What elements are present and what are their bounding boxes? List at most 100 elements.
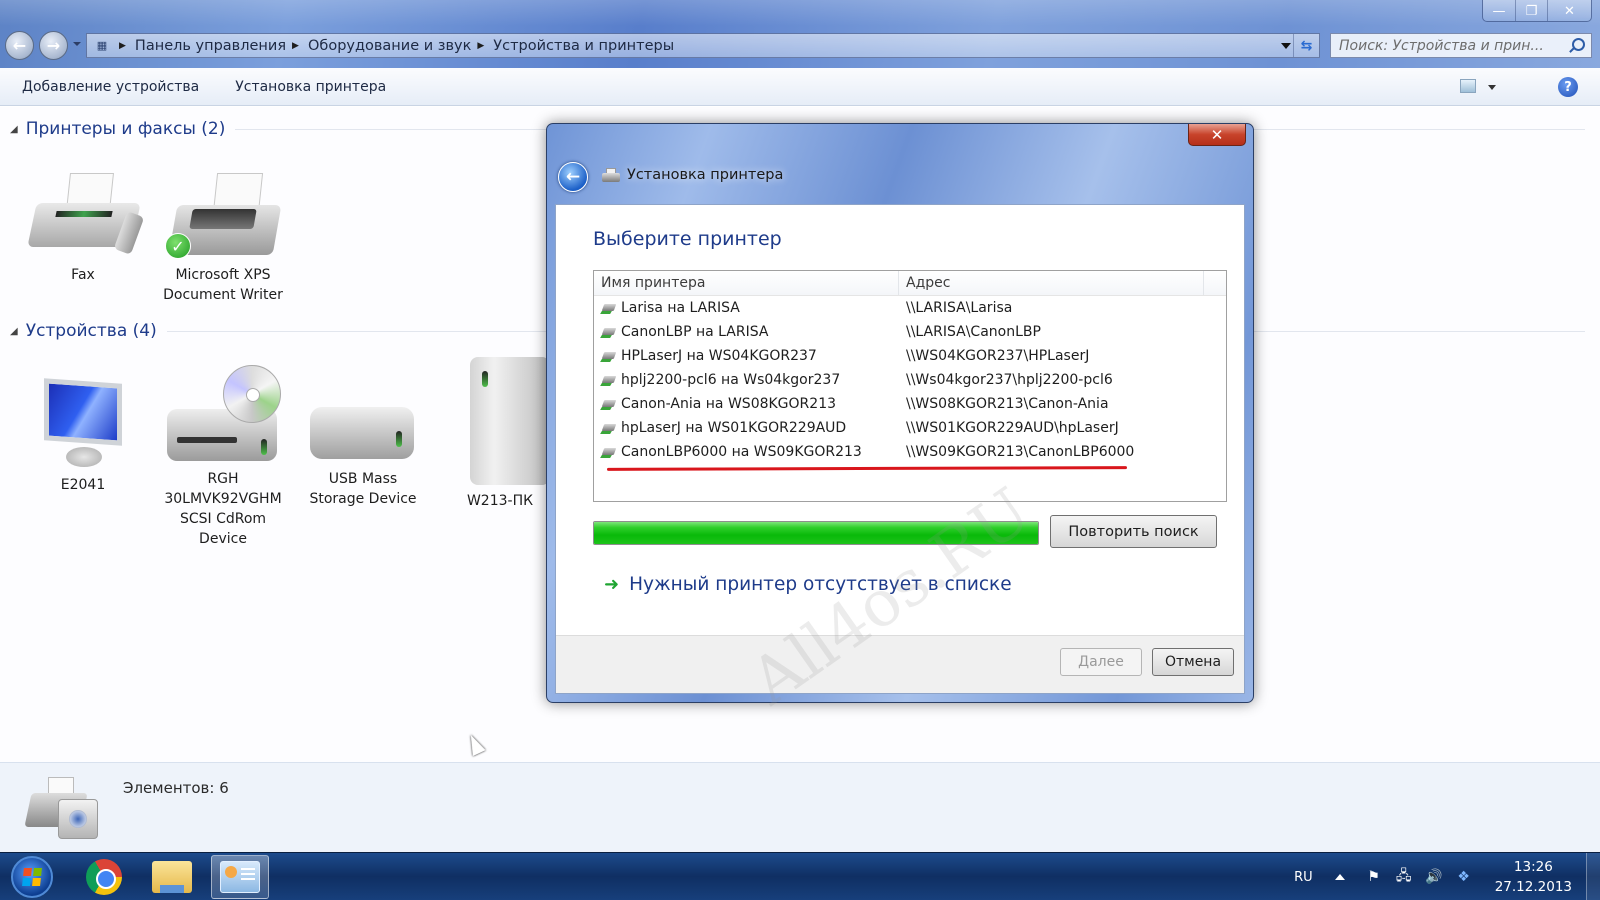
clock-date: 27.12.2013: [1494, 879, 1572, 895]
back-button[interactable]: ←: [5, 31, 34, 60]
back-arrow-icon: ←: [12, 36, 27, 55]
printer-icon: ✓: [165, 173, 282, 261]
minimize-button[interactable]: —: [1483, 0, 1515, 21]
device-w213-pc[interactable]: W213-ПК: [440, 357, 560, 511]
devices-and-printers-icon: [24, 773, 102, 843]
view-options-dropdown-icon[interactable]: [1488, 85, 1496, 90]
breadcrumb-hardware-sound[interactable]: Оборудование и звук: [308, 38, 471, 54]
system-tray: RU ⚑ 🖧 🔊 ❖ 13:26 27.12.2013: [1294, 853, 1600, 900]
dialog-body: Выберите принтер Имя принтера Адрес Lari…: [555, 204, 1245, 694]
column-header-address[interactable]: Адрес: [899, 271, 1204, 295]
add-device-button[interactable]: Добавление устройства: [22, 79, 199, 95]
device-fax[interactable]: Fax: [23, 173, 145, 285]
cancel-button[interactable]: Отмена: [1152, 648, 1234, 676]
printer-row[interactable]: HPLaserJ на WS04KGOR237 \\WS04KGOR237\HPL…: [594, 344, 1226, 368]
action-center-flag-icon[interactable]: ⚑: [1365, 868, 1383, 886]
red-highlight-underline: [606, 466, 1128, 471]
taskbar-chrome[interactable]: [75, 855, 133, 899]
printer-address: \\LARISA\CanonLBP: [906, 324, 1041, 340]
printer-name-cell: CanonLBP6000 на WS09KGOR213: [594, 444, 899, 460]
search-box[interactable]: [1330, 33, 1592, 58]
collapse-triangle-icon[interactable]: ◢: [10, 326, 18, 337]
retry-search-button[interactable]: Повторить поиск: [1050, 515, 1217, 548]
printer-name-cell: CanonLBP на LARISA: [594, 324, 899, 340]
printer-row[interactable]: Canon-Ania на WS08KGOR213 \\WS08KGOR213\C…: [594, 392, 1226, 416]
printer-name: HPLaserJ на WS04KGOR237: [621, 348, 817, 364]
recent-pages-dropdown[interactable]: [73, 42, 81, 46]
dialog-title: Установка принтера: [627, 167, 784, 183]
computer-icon: [460, 357, 550, 487]
dialog-heading: Выберите принтер: [593, 228, 782, 250]
breadcrumb-separator-icon[interactable]: ▶: [292, 41, 299, 51]
device-usb-storage[interactable]: USB Mass Storage Device: [303, 385, 423, 509]
search-input[interactable]: [1339, 37, 1554, 54]
dialog-back-button[interactable]: ←: [558, 162, 588, 192]
help-icon[interactable]: ?: [1558, 77, 1578, 97]
show-hidden-icons-icon[interactable]: [1334, 874, 1345, 880]
clock[interactable]: 13:26 27.12.2013: [1495, 857, 1572, 897]
column-header-name[interactable]: Имя принтера: [594, 271, 899, 295]
address-bar[interactable]: ▦ ▶ Панель управления ▶ Оборудование и з…: [86, 33, 1320, 58]
cdrom-icon: [165, 365, 281, 465]
printer-row[interactable]: Larisa на LARISA \\LARISA\Larisa: [594, 296, 1226, 320]
collapse-triangle-icon[interactable]: ◢: [10, 124, 18, 135]
printer-name: Larisa на LARISA: [621, 300, 740, 316]
printer-row[interactable]: hpLaserJ на WS01KGOR229AUD \\WS01KGOR229A…: [594, 416, 1226, 440]
list-header: Имя принтера Адрес: [594, 271, 1226, 296]
start-button[interactable]: [11, 856, 53, 898]
dropbox-icon[interactable]: ❖: [1455, 868, 1473, 886]
device-xps-writer[interactable]: ✓ Microsoft XPS Document Writer: [163, 173, 283, 305]
printer-name-cell: HPLaserJ на WS04KGOR237: [594, 348, 899, 364]
add-printer-button[interactable]: Установка принтера: [235, 79, 386, 95]
next-button[interactable]: Далее: [1060, 648, 1142, 676]
forward-button[interactable]: →: [39, 31, 68, 60]
clock-time: 13:26: [1513, 859, 1553, 875]
printer-not-listed-link[interactable]: ➜ Нужный принтер отсутствует в списке: [604, 574, 1012, 595]
device-e2041[interactable]: E2041: [23, 375, 143, 495]
printer-icon: [602, 168, 620, 184]
fax-icon: [27, 173, 145, 261]
printer-row[interactable]: CanonLBP на LARISA \\LARISA\CanonLBP: [594, 320, 1226, 344]
dialog-footer: Далее Отмена: [556, 635, 1244, 693]
breadcrumb-control-panel[interactable]: Панель управления: [135, 38, 286, 54]
search-icon[interactable]: [1572, 38, 1585, 51]
chrome-icon: [86, 859, 122, 895]
printer-address: \\WS04KGOR237\HPLaserJ: [906, 348, 1090, 364]
taskbar-explorer[interactable]: [143, 855, 201, 899]
network-printer-icon: [601, 445, 617, 459]
address-dropdown-icon[interactable]: [1281, 43, 1291, 49]
breadcrumb-separator-icon[interactable]: ▶: [477, 41, 484, 51]
maximize-button[interactable]: ❐: [1515, 0, 1547, 21]
progress-fill: [594, 522, 1038, 544]
printer-list[interactable]: Имя принтера Адрес Larisa на LARISA \\LAR…: [593, 270, 1227, 502]
default-checkmark-icon: ✓: [165, 233, 191, 259]
command-bar: Добавление устройства Установка принтера…: [0, 68, 1600, 106]
change-view-icon[interactable]: [1460, 79, 1476, 93]
refresh-button[interactable]: ⇆: [1293, 34, 1319, 57]
close-button[interactable]: ✕: [1547, 0, 1591, 21]
printer-name-cell: hpLaserJ на WS01KGOR229AUD: [594, 420, 899, 436]
printer-name: CanonLBP на LARISA: [621, 324, 769, 340]
network-icon[interactable]: 🖧: [1395, 868, 1413, 886]
add-printer-dialog: ✕ ← Установка принтера Выберите принтер …: [546, 123, 1254, 703]
dialog-close-button[interactable]: ✕: [1188, 124, 1246, 146]
device-label: Fax: [71, 267, 95, 283]
printer-not-listed-text[interactable]: Нужный принтер отсутствует в списке: [629, 574, 1012, 595]
language-indicator[interactable]: RU: [1294, 870, 1313, 885]
group-title: Устройства (4): [25, 321, 157, 341]
device-cdrom[interactable]: RGH 30LMVK92VGHM SCSI CdRom Device: [163, 365, 283, 549]
printer-row[interactable]: hplj2200-pcl6 на Ws04kgor237 \\Ws04kgor23…: [594, 368, 1226, 392]
printer-name: Canon-Ania на WS08KGOR213: [621, 396, 837, 412]
printer-name: hplj2200-pcl6 на Ws04kgor237: [621, 372, 841, 388]
taskbar-control-panel[interactable]: [211, 855, 269, 899]
breadcrumb-devices-printers[interactable]: Устройства и принтеры: [493, 38, 674, 54]
printer-row[interactable]: CanonLBP6000 на WS09KGOR213 \\WS09KGOR213…: [594, 440, 1226, 464]
printer-name-cell: Larisa на LARISA: [594, 300, 899, 316]
item-count: Элементов: 6: [123, 779, 229, 797]
show-desktop-button[interactable]: [1586, 853, 1600, 900]
hdd-icon: [308, 385, 418, 465]
printer-address: \\WS09KGOR213\CanonLBP6000: [906, 444, 1135, 460]
windows-logo-icon: [22, 868, 42, 886]
breadcrumb-separator-icon[interactable]: ▶: [119, 41, 126, 51]
volume-icon[interactable]: 🔊: [1425, 868, 1443, 886]
